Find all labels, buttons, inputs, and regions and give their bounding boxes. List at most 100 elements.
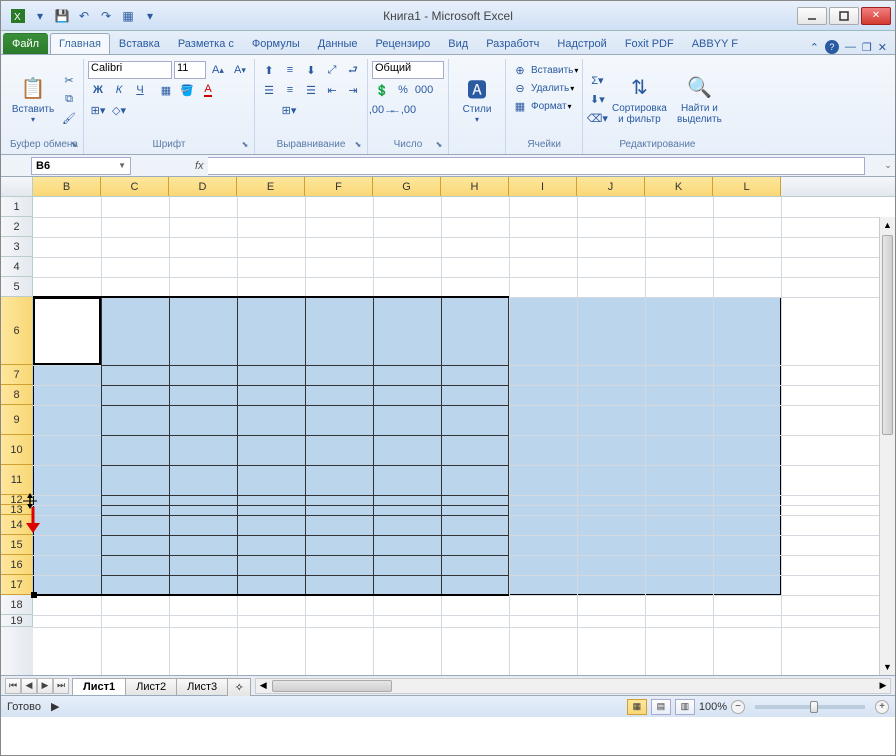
align-bottom-button[interactable]: ⬇ (301, 61, 321, 79)
normal-view-button[interactable]: ▦ (627, 699, 647, 715)
workbook-restore-icon[interactable]: ❐ (862, 41, 872, 54)
active-cell[interactable] (33, 297, 101, 365)
name-box[interactable]: B6 ▼ (31, 157, 131, 175)
macro-record-icon[interactable]: ▶ (51, 700, 59, 713)
clear-button[interactable]: ⌫▾ (587, 109, 607, 127)
column-header-C[interactable]: C (101, 177, 169, 196)
page-break-view-button[interactable]: ▥ (675, 699, 695, 715)
zoom-in-button[interactable]: + (875, 700, 889, 714)
column-header-L[interactable]: L (713, 177, 781, 196)
row-header-2[interactable]: 2 (1, 217, 33, 237)
redo-icon[interactable]: ↷ (97, 7, 115, 25)
sheet-nav-first-button[interactable]: ⏮ (5, 678, 21, 694)
column-header-H[interactable]: H (441, 177, 509, 196)
row-header-4[interactable]: 4 (1, 257, 33, 277)
ribbon-minimize-icon[interactable]: ⌃ (810, 41, 819, 54)
row-header-14[interactable]: 14 (1, 515, 33, 535)
column-header-D[interactable]: D (169, 177, 237, 196)
tab-developer[interactable]: Разработч (477, 33, 548, 54)
italic-button[interactable]: К (109, 81, 129, 99)
number-format-select[interactable]: Общий (372, 61, 444, 79)
align-top-button[interactable]: ⬆ (259, 61, 279, 79)
formula-bar-expand-icon[interactable]: ⌄ (881, 160, 895, 171)
font-color-button[interactable]: A (198, 81, 218, 99)
row-header-1[interactable]: 1 (1, 197, 33, 217)
row-header-7[interactable]: 7 (1, 365, 33, 385)
tab-page-layout[interactable]: Разметка с (169, 33, 243, 54)
align-right-button[interactable]: ☰ (301, 81, 321, 99)
minimize-button[interactable] (797, 7, 827, 25)
font-size-select[interactable]: 11 (174, 61, 206, 79)
align-left-button[interactable]: ☰ (259, 81, 279, 99)
border-button[interactable]: ▦ (156, 81, 176, 99)
clipboard-launcher-icon[interactable]: ⬊ (69, 140, 79, 150)
column-header-J[interactable]: J (577, 177, 645, 196)
row-header-19[interactable]: 19 (1, 615, 33, 627)
row-header-11[interactable]: 11 (1, 465, 33, 495)
insert-cells-button[interactable]: ⊕ (510, 61, 530, 79)
tab-data[interactable]: Данные (309, 33, 367, 54)
column-header-I[interactable]: I (509, 177, 577, 196)
sheet-nav-prev-button[interactable]: ◀ (21, 678, 37, 694)
scroll-down-icon[interactable]: ▼ (880, 659, 895, 675)
horizontal-scrollbar[interactable]: ◀ ▶ (255, 678, 891, 694)
row-header-8[interactable]: 8 (1, 385, 33, 405)
row-header-9[interactable]: 9 (1, 405, 33, 435)
fx-button[interactable]: fx (191, 160, 208, 172)
scroll-right-icon[interactable]: ▶ (876, 679, 890, 693)
increase-indent-button[interactable]: ⇥ (343, 81, 363, 99)
maximize-button[interactable] (829, 7, 859, 25)
tab-review[interactable]: Рецензиро (367, 33, 440, 54)
orientation-button[interactable]: ⤢ (322, 61, 342, 79)
cut-button[interactable]: ✂ (59, 71, 79, 89)
border-dropdown-button[interactable]: ⊞▾ (88, 101, 108, 119)
row-header-18[interactable]: 18 (1, 595, 33, 615)
tab-home[interactable]: Главная (50, 33, 110, 54)
qat-customize-icon[interactable]: ▾ (141, 7, 159, 25)
scroll-left-icon[interactable]: ◀ (256, 679, 270, 693)
column-header-F[interactable]: F (305, 177, 373, 196)
delete-cells-button[interactable]: ⊖ (510, 79, 530, 97)
tab-view[interactable]: Вид (439, 33, 477, 54)
vertical-scrollbar[interactable]: ▲ ▼ (879, 217, 895, 675)
format-painter-button[interactable]: 🖌 (59, 109, 79, 127)
sheet-tab-3[interactable]: Лист3 (176, 678, 228, 695)
merge-button[interactable]: ⊞▾ (259, 101, 319, 119)
fill-button[interactable]: ⬇▾ (587, 90, 607, 108)
close-button[interactable]: ✕ (861, 7, 891, 25)
paste-button[interactable]: 📋 Вставить ▾ (9, 61, 57, 137)
help-icon[interactable]: ? (825, 40, 839, 54)
sheet-nav-last-button[interactable]: ⏭ (53, 678, 69, 694)
column-header-E[interactable]: E (237, 177, 305, 196)
select-all-corner[interactable] (1, 177, 33, 196)
row-header-17[interactable]: 17 (1, 575, 33, 595)
underline-button[interactable]: Ч (130, 81, 150, 99)
fill-dropdown-button[interactable]: ◇▾ (109, 101, 129, 119)
cells-area[interactable] (33, 197, 895, 675)
comma-button[interactable]: 000 (414, 81, 434, 99)
formula-input[interactable] (208, 157, 865, 175)
alignment-launcher-icon[interactable]: ⬊ (353, 140, 363, 150)
save-icon[interactable]: 💾 (53, 7, 71, 25)
qat-more-icon[interactable]: ▦ (119, 7, 137, 25)
format-cells-button[interactable]: ▦ (510, 97, 530, 115)
vscroll-thumb[interactable] (882, 235, 893, 435)
row-header-5[interactable]: 5 (1, 277, 33, 297)
qat-dropdown-icon[interactable]: ▾ (31, 7, 49, 25)
workbook-close-icon[interactable]: ✕ (878, 41, 887, 54)
excel-icon[interactable]: X (9, 7, 27, 25)
row-header-6[interactable]: 6 (1, 297, 33, 365)
increase-font-button[interactable]: A▴ (208, 61, 228, 79)
decrease-font-button[interactable]: A▾ (230, 61, 250, 79)
column-header-B[interactable]: B (33, 177, 101, 196)
row-header-3[interactable]: 3 (1, 237, 33, 257)
find-select-button[interactable]: 🔍 Найти и выделить (671, 61, 727, 137)
styles-button[interactable]: 🅰 Стили ▾ (453, 61, 501, 137)
tab-formulas[interactable]: Формулы (243, 33, 309, 54)
workbook-minimize-icon[interactable]: — (845, 41, 856, 53)
zoom-slider[interactable] (755, 705, 865, 709)
sheet-nav-next-button[interactable]: ▶ (37, 678, 53, 694)
row-header-10[interactable]: 10 (1, 435, 33, 465)
percent-button[interactable]: % (393, 81, 413, 99)
hscroll-thumb[interactable] (272, 680, 392, 692)
